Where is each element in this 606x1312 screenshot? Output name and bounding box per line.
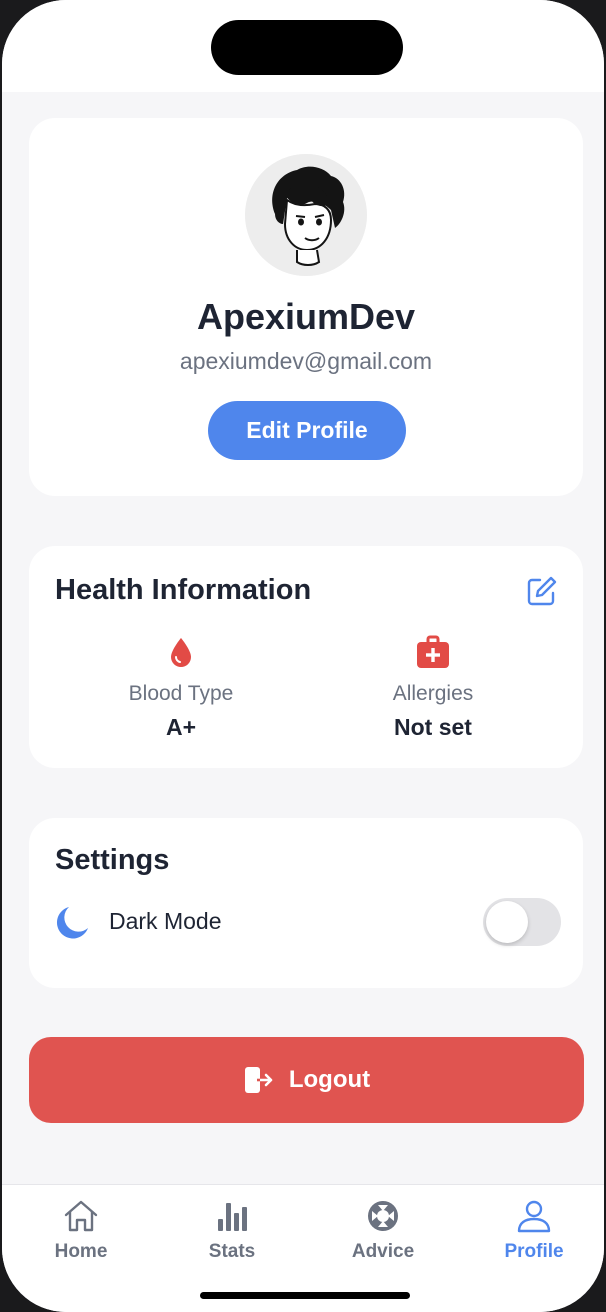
lifebuoy-icon	[368, 1201, 398, 1231]
status-bar	[2, 0, 604, 92]
health-information-card: Health Information Blood Type A+ Allergi…	[29, 546, 583, 768]
medical-kit-icon	[417, 635, 449, 668]
allergies-section: Allergies Not set	[333, 634, 533, 741]
profile-email: apexiumdev@gmail.com	[179, 348, 433, 374]
health-information-title: Health Information	[55, 574, 312, 606]
home-indicator	[200, 1292, 410, 1299]
blood-drop-icon	[171, 638, 191, 667]
tab-advice[interactable]: Advice	[323, 1197, 443, 1263]
phone-screen: ApexiumDev apexiumdev@gmail.com Edit Pro…	[2, 0, 604, 1312]
dark-mode-toggle[interactable]	[483, 898, 561, 946]
allergies-label: Allergies	[392, 682, 474, 705]
logout-icon	[244, 1067, 273, 1093]
tab-advice-label: Advice	[351, 1241, 415, 1262]
dark-mode-label: Dark Mode	[109, 908, 222, 934]
moon-icon	[56, 907, 88, 939]
dynamic-island	[211, 20, 403, 75]
blood-type-section: Blood Type A+	[81, 634, 281, 741]
tab-stats[interactable]: Stats	[172, 1197, 292, 1263]
tab-profile[interactable]: Profile	[474, 1197, 594, 1263]
settings-card: Settings Dark Mode	[29, 818, 583, 988]
person-icon	[517, 1200, 551, 1233]
avatar-illustration	[245, 154, 367, 276]
logout-label: Logout	[288, 1066, 371, 1093]
allergies-value: Not set	[394, 714, 472, 740]
toggle-knob	[486, 901, 528, 943]
profile-username: ApexiumDev	[196, 296, 416, 337]
edit-profile-button[interactable]: Edit Profile	[208, 401, 406, 460]
edit-icon[interactable]	[525, 574, 559, 608]
home-icon	[64, 1200, 98, 1232]
settings-title: Settings	[55, 844, 170, 876]
tab-stats-label: Stats	[208, 1241, 256, 1262]
profile-card: ApexiumDev apexiumdev@gmail.com Edit Pro…	[29, 118, 583, 496]
avatar[interactable]	[245, 154, 367, 276]
tab-home-label: Home	[54, 1241, 108, 1262]
blood-type-value: A+	[165, 714, 197, 740]
tab-profile-label: Profile	[504, 1241, 564, 1262]
blood-type-label: Blood Type	[128, 682, 234, 705]
tab-home[interactable]: Home	[21, 1197, 141, 1263]
logout-button[interactable]: Logout	[29, 1037, 584, 1123]
bar-chart-icon	[218, 1203, 247, 1231]
